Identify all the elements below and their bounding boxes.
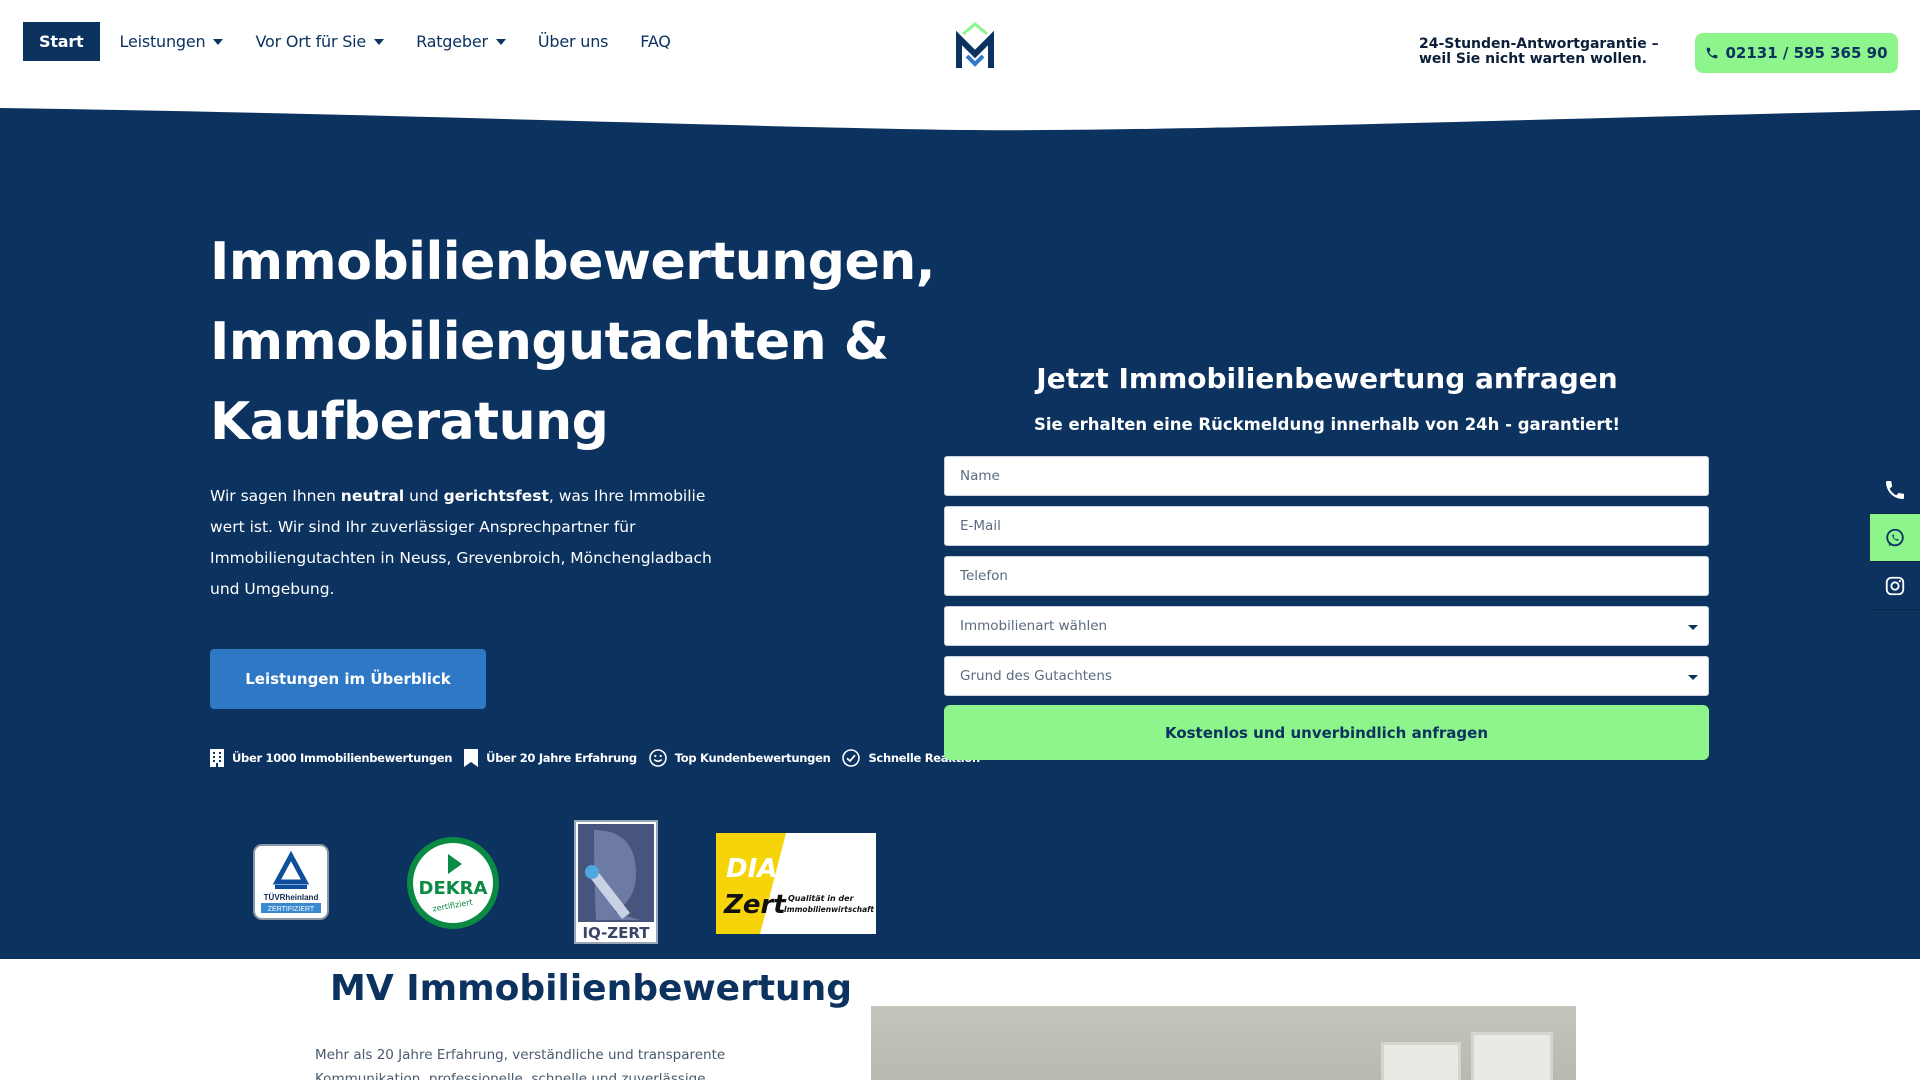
- chevron-down-icon: [1688, 625, 1698, 630]
- appraisal-reason-value: Grund des Gutachtens: [960, 668, 1112, 684]
- dia-text: DIA: [726, 854, 777, 884]
- name-placeholder: Name: [960, 468, 1000, 484]
- feature-item: Über 20 Jahre Erfahrung: [464, 749, 637, 767]
- side-contact-bar: [1870, 466, 1920, 610]
- dekra-logo: DEKRA zertifiziert: [407, 837, 499, 929]
- phone-icon: [1707, 47, 1718, 59]
- side-phone-button[interactable]: [1870, 466, 1920, 514]
- nav-ratgeber[interactable]: Ratgeber: [416, 32, 506, 51]
- dia-claim-line-1: Qualität in der: [788, 894, 855, 903]
- hero-text-part: Wir sagen Ihnen: [210, 487, 341, 505]
- side-whatsapp-button[interactable]: [1870, 514, 1920, 562]
- appraisal-reason-select[interactable]: Grund des Gutachtens: [944, 656, 1709, 696]
- submit-request-button[interactable]: Kostenlos und unverbindlich anfragen: [944, 705, 1709, 760]
- hero-title-line-1: Immobilienbewertungen,: [210, 232, 936, 292]
- hero-text-part: und: [404, 487, 444, 505]
- tuv-top-text: TÜVRheinland: [264, 893, 319, 902]
- name-input[interactable]: Name: [944, 456, 1709, 496]
- main-nav: Start Leistungen Vor Ort für Sie Ratgebe…: [23, 22, 703, 61]
- phone-icon: [1886, 480, 1904, 499]
- guarantee-line-2: weil Sie nicht warten wollen.: [1419, 51, 1647, 67]
- chevron-down-icon: [495, 38, 506, 45]
- tuv-rheinland-logo: TÜVRheinland ZERTIFIZIERT: [253, 844, 329, 920]
- email-placeholder: E-Mail: [960, 518, 1001, 534]
- services-overview-button[interactable]: Leistungen im Überblick: [210, 649, 486, 709]
- feature-label: Über 1000 Immobilienbewertungen: [232, 751, 453, 765]
- office-photo: [871, 1006, 1576, 1080]
- hero-title: Immobilienbewertungen, Immobiliengutacht…: [210, 222, 936, 462]
- submit-label: Kostenlos und unverbindlich anfragen: [1164, 723, 1489, 742]
- hero-top-wave: [0, 96, 1920, 131]
- dia-claim-line-2: Immobilienwirtschaft: [784, 905, 874, 914]
- email-input[interactable]: E-Mail: [944, 506, 1709, 546]
- nav-ueber-uns[interactable]: Über uns: [537, 32, 609, 51]
- form-subtitle: Sie erhalten eine Rückmeldung innerhalb …: [1034, 415, 1620, 434]
- nav-leistungen-label: Leistungen: [119, 32, 206, 51]
- feature-label: Top Kundenbewertungen: [674, 751, 831, 765]
- chevron-down-icon: [1688, 675, 1698, 680]
- feature-label: Über 20 Jahre Erfahrung: [486, 751, 637, 765]
- logo-icon[interactable]: [955, 20, 995, 72]
- services-overview-label: Leistungen im Überblick: [245, 670, 451, 688]
- phone-label: 02131 / 595 365 90: [1725, 44, 1888, 62]
- nav-leistungen[interactable]: Leistungen: [120, 32, 224, 51]
- nav-ueber-uns-label: Über uns: [537, 32, 609, 51]
- check-circle-icon: [842, 749, 861, 767]
- zert-text: Zert: [723, 890, 787, 920]
- smiley-icon: [648, 749, 667, 767]
- hero-title-line-2: Immobiliengutachten &: [210, 312, 889, 372]
- side-instagram-button[interactable]: [1870, 562, 1920, 610]
- nav-ratgeber-label: Ratgeber: [416, 32, 488, 51]
- feature-list: Über 1000 Immobilienbewertungen Über 20 …: [210, 749, 992, 767]
- building-icon: [210, 749, 224, 767]
- about-title: MV Immobilienbewertung: [330, 968, 853, 1009]
- iq-zert-logo: IQ-ZERT: [574, 820, 658, 944]
- hero-text-bold-gerichtsfest: gerichtsfest: [443, 487, 549, 505]
- tuv-bottom-text: ZERTIFIZIERT: [268, 906, 315, 913]
- site-header: Start Leistungen Vor Ort für Sie Ratgebe…: [0, 0, 1920, 110]
- iq-zert-text: IQ-ZERT: [582, 924, 650, 942]
- dia-zert-logo: DIA Zert Qualität in der Immobilienwirts…: [716, 833, 876, 934]
- bookmark-icon: [464, 749, 479, 767]
- feature-item: Über 1000 Immobilienbewertungen: [210, 749, 452, 767]
- nav-vor-ort[interactable]: Vor Ort für Sie: [255, 32, 385, 51]
- property-type-select[interactable]: Immobilienart wählen: [944, 606, 1709, 646]
- nav-vor-ort-label: Vor Ort für Sie: [255, 32, 367, 51]
- nav-start-label: Start: [39, 32, 84, 51]
- whatsapp-icon: [1886, 528, 1904, 546]
- phone-placeholder: Telefon: [960, 568, 1008, 584]
- dekra-text: DEKRA: [419, 878, 488, 899]
- chevron-down-icon: [374, 38, 385, 45]
- about-text: Mehr als 20 Jahre Erfahrung, verständlic…: [315, 1047, 726, 1080]
- instagram-icon: [1885, 576, 1905, 595]
- hero-text-bold-neutral: neutral: [340, 487, 405, 505]
- wall-certificate-frame: [1471, 1032, 1553, 1080]
- nav-start[interactable]: Start: [23, 22, 100, 61]
- phone-button[interactable]: 02131 / 595 365 90: [1695, 33, 1898, 73]
- wall-certificate-frame: [1381, 1042, 1461, 1080]
- guarantee-text: 24-Stunden-Antwortgarantie – weil Sie ni…: [1419, 37, 1659, 67]
- nav-faq[interactable]: FAQ: [640, 32, 671, 51]
- hero-description: Wir sagen Ihnen neutral und gerichtsfest…: [210, 481, 720, 605]
- feature-item: Top Kundenbewertungen: [648, 749, 831, 767]
- form-title: Jetzt Immobilienbewertung anfragen: [1036, 362, 1618, 395]
- nav-faq-label: FAQ: [640, 32, 671, 51]
- property-type-value: Immobilienart wählen: [960, 618, 1108, 634]
- hero-title-line-3: Kaufberatung: [210, 392, 609, 452]
- chevron-down-icon: [213, 38, 224, 45]
- phone-input[interactable]: Telefon: [944, 556, 1709, 596]
- guarantee-line-1: 24-Stunden-Antwortgarantie –: [1419, 36, 1659, 52]
